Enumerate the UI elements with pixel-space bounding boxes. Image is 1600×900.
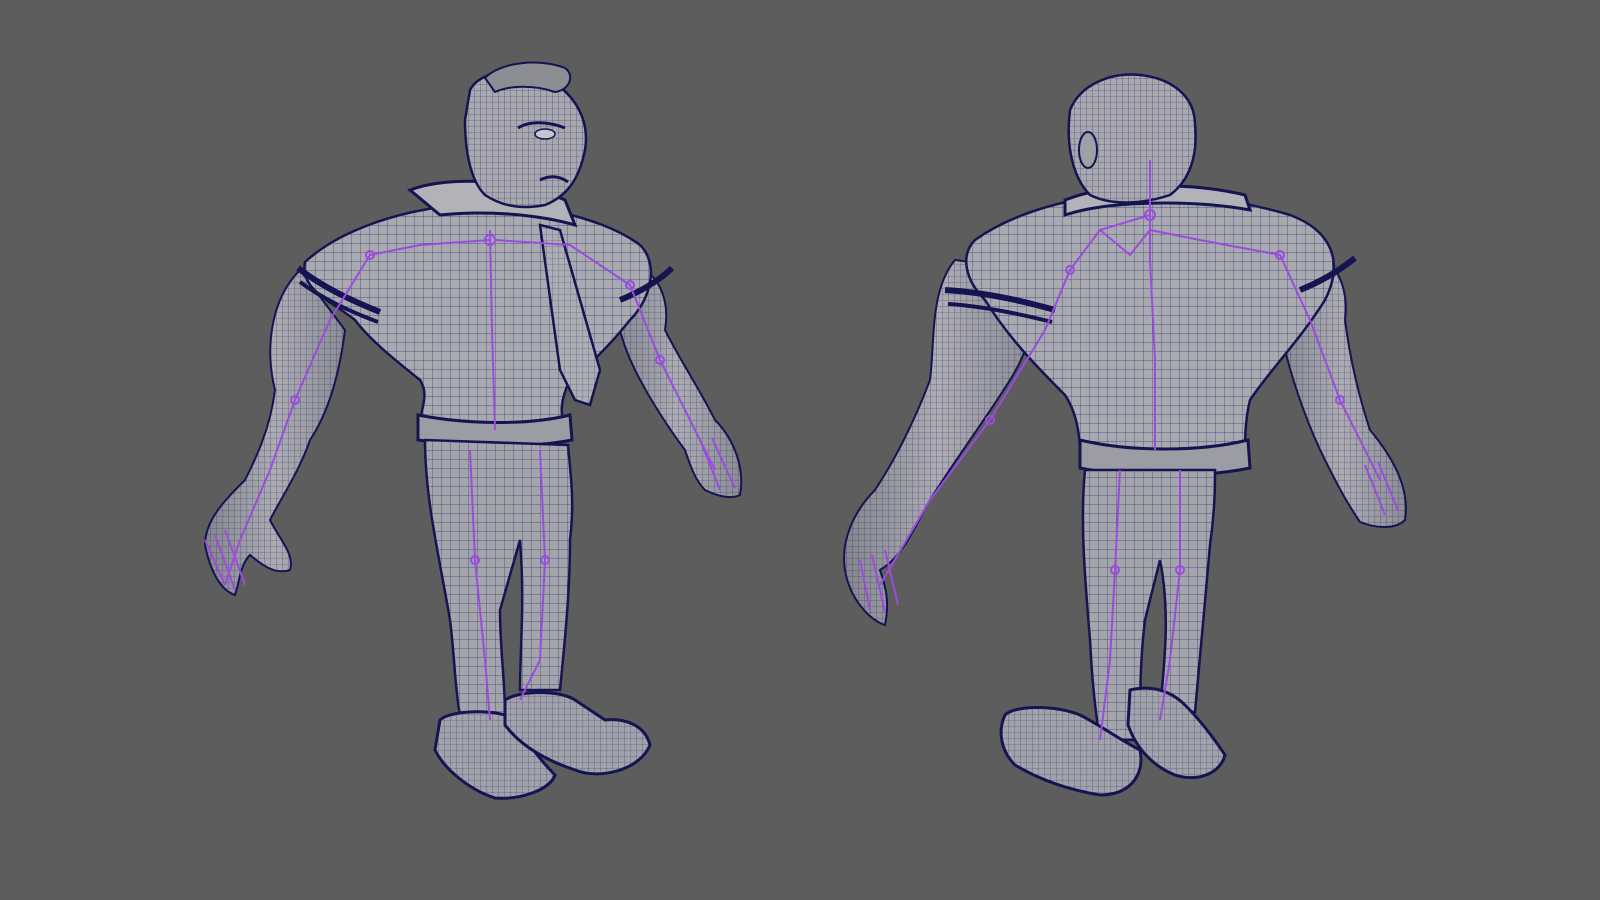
front-left-arm	[203, 268, 347, 597]
front-legs	[423, 438, 574, 717]
viewport-canvas[interactable]	[0, 0, 1600, 900]
character-model-back[interactable]	[843, 73, 1407, 797]
back-head	[1067, 73, 1197, 204]
3d-viewport[interactable]	[0, 0, 1600, 900]
front-head	[463, 61, 588, 209]
character-model-front[interactable]	[203, 61, 743, 800]
